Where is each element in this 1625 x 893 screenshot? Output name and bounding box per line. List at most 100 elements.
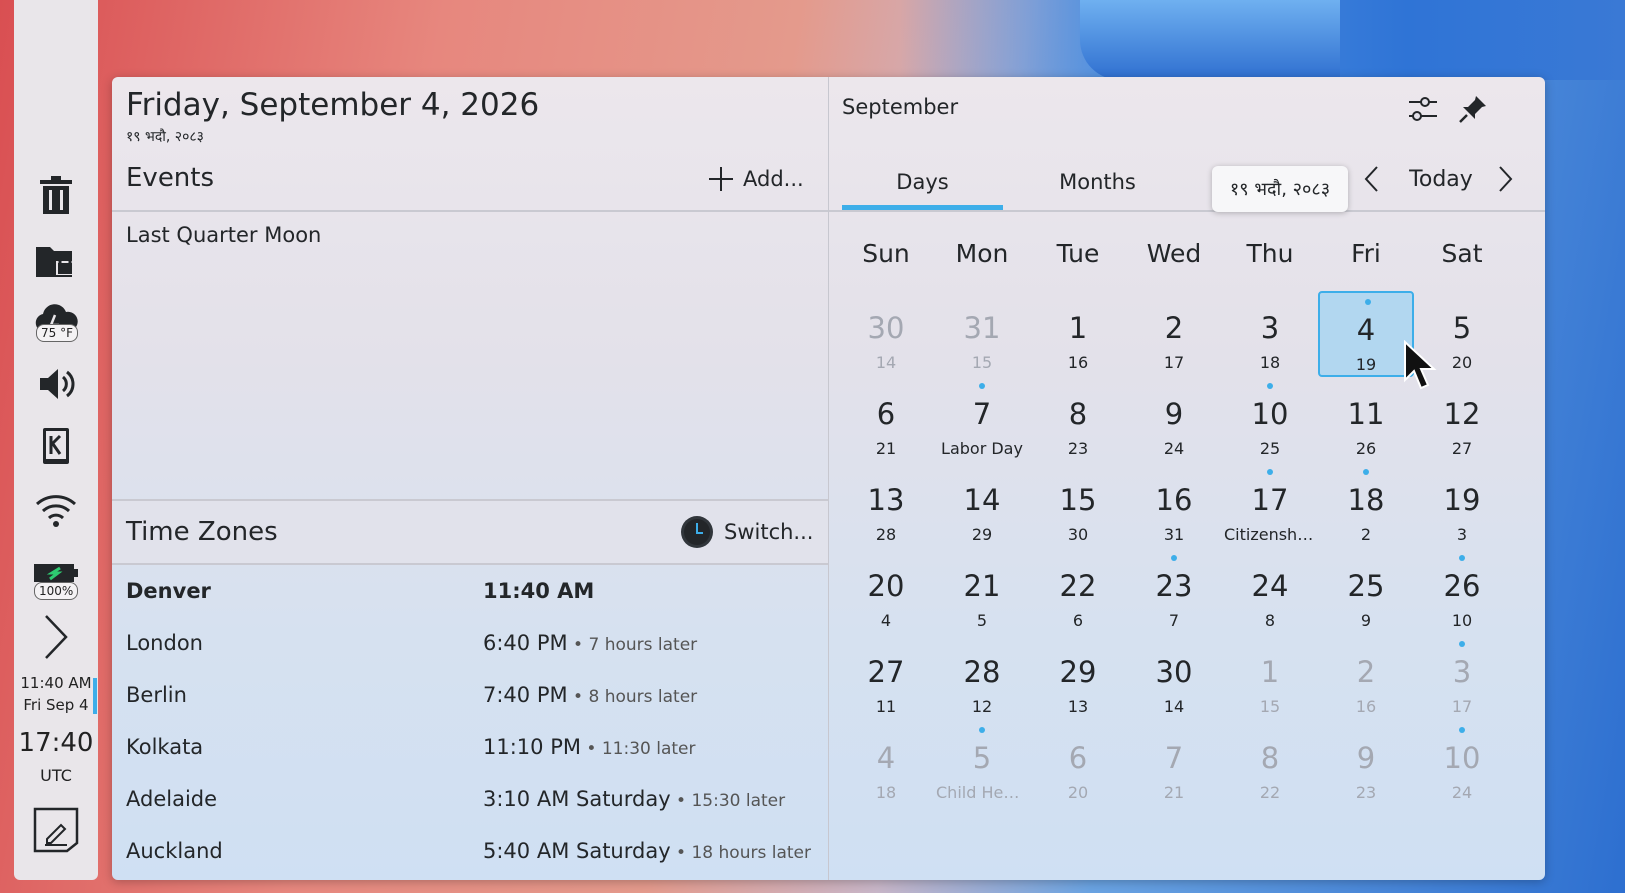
side-panel: 75 °F 100% 11:40 AM Fri Sep 4 17:40 UTC [14,0,98,880]
day-cell[interactable]: 6 20 [1030,721,1126,807]
time-zones-heading: Time Zones [126,517,278,547]
day-cell[interactable]: 3 18 [1222,291,1318,377]
day-number: 3 [1452,655,1472,689]
day-cell-today[interactable]: 4 19 [1318,291,1414,377]
day-cell[interactable]: 29 13 [1030,635,1126,721]
event-indicator-dot [1171,555,1177,561]
timezone-row[interactable]: Kolkata 11:10 PM • 11:30 later [112,723,828,773]
day-cell[interactable]: 16 31 [1126,463,1222,549]
day-cell[interactable]: 4 18 [838,721,934,807]
weekday-thu: Thu [1246,239,1294,268]
add-event-button[interactable]: Add... [707,161,804,197]
day-cell[interactable]: 26 10 [1414,549,1510,635]
day-cell[interactable]: 2 16 [1318,635,1414,721]
weather-icon[interactable]: 75 °F [14,296,98,342]
wifi-icon[interactable] [14,488,98,532]
add-event-label: Add... [743,167,804,191]
pin-button[interactable] [1453,91,1493,127]
day-cell[interactable]: 2 17 [1126,291,1222,377]
weekday-sun: Sun [862,239,910,268]
day-cell[interactable]: 5 Child Heal... [934,721,1030,807]
tab-days[interactable]: Days [842,155,1003,209]
day-cell[interactable]: 7 21 [1126,721,1222,807]
day-cell[interactable]: 8 23 [1030,377,1126,463]
day-cell[interactable]: 17 Citizenshi... [1222,463,1318,549]
timezone-row[interactable]: London 6:40 PM • 7 hours later [112,619,828,669]
weekday-mon: Mon [955,239,1009,268]
day-cell[interactable]: 22 6 [1030,549,1126,635]
day-cell[interactable]: 15 30 [1030,463,1126,549]
switch-timezone-button[interactable]: Switch... [680,515,813,549]
day-sublabel: 15 [1259,697,1281,716]
secondary-clock-time[interactable]: 17:40 [14,728,98,758]
day-number: 26 [1443,569,1481,603]
timezone-row[interactable]: Auckland 5:40 AM Saturday • 18 hours lat… [112,827,828,877]
day-cell[interactable]: 1 15 [1222,635,1318,721]
day-number: 21 [963,569,1001,603]
day-cell[interactable]: 30 14 [838,291,934,377]
day-cell[interactable]: 21 5 [934,549,1030,635]
trash-icon[interactable] [14,172,98,218]
weather-temp-badge: 75 °F [36,324,78,342]
day-cell[interactable]: 11 26 [1318,377,1414,463]
volume-icon[interactable] [14,362,98,406]
battery-icon[interactable]: 100% [14,558,98,600]
day-cell[interactable]: 8 22 [1222,721,1318,807]
day-cell[interactable]: 13 28 [838,463,934,549]
day-number: 28 [963,655,1001,689]
day-cell[interactable]: 23 7 [1126,549,1222,635]
digital-clock-time[interactable]: 11:40 AM [14,672,98,694]
event-item[interactable]: Last Quarter Moon [126,223,321,247]
timezone-row[interactable]: Berlin 7:40 PM • 8 hours later [112,671,828,721]
previous-month-button[interactable] [1354,159,1388,199]
day-cell[interactable]: 18 2 [1318,463,1414,549]
day-number: 6 [876,397,896,431]
digital-clock-date[interactable]: Fri Sep 4 [14,694,98,716]
expand-chevron-icon[interactable] [14,612,98,662]
day-cell[interactable]: 28 12 [934,635,1030,721]
day-sublabel: 14 [1163,697,1185,716]
day-sublabel: 5 [976,611,988,630]
day-sublabel: 17 [1451,697,1473,716]
day-number: 18 [1347,483,1385,517]
day-sublabel: 18 [875,783,897,802]
day-cell[interactable]: 25 9 [1318,549,1414,635]
day-cell[interactable]: 6 21 [838,377,934,463]
day-cell[interactable]: 19 3 [1414,463,1510,549]
next-month-button[interactable] [1489,159,1523,199]
event-indicator-dot [1459,641,1465,647]
day-number: 2 [1356,655,1376,689]
configure-button[interactable] [1403,91,1443,127]
timezone-row[interactable]: Adelaide 3:10 AM Saturday • 15:30 later [112,775,828,825]
day-cell[interactable]: 14 29 [934,463,1030,549]
day-cell[interactable]: 10 24 [1414,721,1510,807]
day-number: 17 [1251,483,1289,517]
timezone-time: 11:10 PM [483,735,581,759]
today-button[interactable]: Today [1391,159,1491,199]
vault-lock-icon[interactable] [14,236,98,282]
day-cell[interactable]: 20 4 [838,549,934,635]
day-cell[interactable]: 31 15 [934,291,1030,377]
tab-months[interactable]: Months [1017,155,1178,209]
day-sublabel: 3 [1456,525,1468,544]
day-cell[interactable]: 1 16 [1030,291,1126,377]
notes-icon[interactable] [14,806,98,854]
day-cell[interactable]: 3 17 [1414,635,1510,721]
divider [112,210,828,212]
day-cell[interactable]: 24 8 [1222,549,1318,635]
day-number: 25 [1347,569,1385,603]
day-cell[interactable]: 30 14 [1126,635,1222,721]
kde-connect-icon[interactable] [14,424,98,468]
day-cell[interactable]: 10 25 [1222,377,1318,463]
day-number: 12 [1443,397,1481,431]
timezone-row[interactable]: Denver 11:40 AM [112,567,828,617]
day-cell[interactable]: 9 24 [1126,377,1222,463]
day-number: 27 [867,655,905,689]
day-sublabel: 31 [1163,525,1185,544]
day-cell[interactable]: 27 11 [838,635,934,721]
day-cell[interactable]: 9 23 [1318,721,1414,807]
timezone-offset: 11:30 later [601,739,696,759]
timezone-time-wrap: 6:40 PM • 7 hours later [483,631,698,655]
day-cell[interactable]: 7 Labor Day [934,377,1030,463]
day-sublabel: 10 [1451,611,1473,630]
